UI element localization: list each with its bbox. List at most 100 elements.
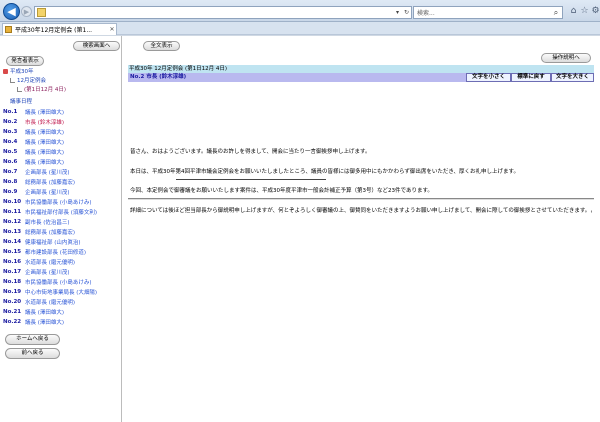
speaker-name-link[interactable]: 議長 (澤田雄大) (25, 308, 64, 316)
speaker-number: No.22 (3, 319, 22, 325)
font-smaller-button[interactable]: 文字を小さく (466, 73, 511, 82)
left-pane: 検索画面へ 発言者表示 平成30年 12月定例会 (第1日12月 4日) 議事日… (0, 36, 122, 422)
speaker-bar: No.2 市長 (鈴木淳雄) 文字を小さく 標準に戻す 文字を大きく (128, 73, 594, 82)
home-icon[interactable]: ⌂ (568, 6, 579, 17)
search-dropdown-icon[interactable]: ▾ (393, 9, 402, 16)
speaker-number: No.16 (3, 259, 22, 265)
speaker-list: No.1 議長 (澤田雄大) No.2 市長 (鈴木淳雄) No.3 議長 (澤田雄大) N… (3, 107, 120, 327)
speaker-list-item[interactable]: No.22 議長 (澤田雄大) (3, 317, 120, 327)
speaker-name-link[interactable]: 企画部長 (星川茂) (25, 188, 70, 196)
speech-line: 詳細については後ほど担当部長から御説明申し上げますが、何とぞよろしく御審議の上、… (130, 207, 592, 214)
speaker-list-item[interactable]: No.16 水道部長 (磨元優明) (3, 257, 120, 267)
search-box[interactable]: 検索... ⌕ (413, 6, 563, 19)
speaker-list-item[interactable]: No.13 総務部長 (加藤嘉宏) (3, 227, 120, 237)
tree-day[interactable]: (第1日12月 4日) (17, 87, 66, 94)
speaker-name-link[interactable]: 市長 (鈴木淳雄) (25, 118, 64, 126)
speaker-number: No.17 (3, 269, 22, 275)
speaker-name-link[interactable]: 企画部長 (星川茂) (25, 168, 70, 176)
speaker-list-item[interactable]: No.19 中心市街地事業局長 (大畑陽) (3, 287, 120, 297)
speaker-display-button[interactable]: 発言者表示 (6, 56, 44, 66)
forward-button[interactable]: ▶ (21, 6, 32, 17)
back-button[interactable]: ◀ (3, 3, 20, 20)
speaker-number: No.20 (3, 299, 22, 305)
speaker-list-item[interactable]: No.5 議長 (澤田雄大) (3, 147, 120, 157)
close-icon[interactable]: ✕ (108, 26, 116, 33)
speaker-list-item[interactable]: No.21 議長 (澤田雄大) (3, 307, 120, 317)
speaker-list-item[interactable]: No.10 市民協働部長 (小島あけみ) (3, 197, 120, 207)
speaker-list-item[interactable]: No.6 議長 (澤田雄大) (3, 157, 120, 167)
speaker-list-item[interactable]: No.7 企画部長 (星川茂) (3, 167, 120, 177)
speaker-name-link[interactable]: 議長 (澤田雄大) (25, 138, 64, 146)
tab-title: 平成30年12月定例会 (第1... (15, 27, 93, 34)
font-larger-button[interactable]: 文字を大きく (551, 73, 594, 82)
tab-favicon (5, 26, 12, 33)
favorites-star-icon[interactable]: ☆ (579, 6, 590, 17)
browser-tab[interactable]: 平成30年12月定例会 (第1... ✕ (2, 23, 117, 35)
schedule-link[interactable]: 議事日程 (10, 97, 32, 105)
speaker-list-item[interactable]: No.1 議長 (澤田雄大) (3, 107, 120, 117)
speaker-name-link[interactable]: 水道部長 (磨元優明) (25, 258, 75, 266)
speaker-name-link[interactable]: 総務部長 (加藤嘉宏) (25, 228, 75, 236)
speaker-name-link[interactable]: 企画部長 (星川茂) (25, 268, 70, 276)
speaker-name-link[interactable]: 中心市街地事業局長 (大畑陽) (25, 288, 97, 296)
gear-icon[interactable]: ⚙ (590, 6, 600, 17)
previous-button[interactable]: 前へ戻る (5, 348, 60, 359)
folder-icon (3, 69, 8, 74)
speech-text: 皆さん、おはようございます。議長のお許しを得まして、開会に当たり一言御挨拶申し上… (130, 136, 592, 227)
speaker-name-link[interactable]: 市民協働部長 (小島あけみ) (25, 198, 92, 206)
speaker-name-link[interactable]: 議長 (澤田雄大) (25, 108, 64, 116)
speaker-list-item[interactable]: No.14 健康福祉部 (山内眞治) (3, 237, 120, 247)
speaker-name-link[interactable]: 副市長 (佐治昌三) (25, 218, 70, 226)
speaker-number: No.6 (3, 159, 18, 165)
speaker-number: No.3 (3, 129, 18, 135)
speaker-name-link[interactable]: 総務部長 (加藤嘉宏) (25, 178, 75, 186)
speaker-name-link[interactable]: 市民協働部長 (小島あけみ) (25, 278, 92, 286)
speaker-list-item[interactable]: No.12 副市長 (佐治昌三) (3, 217, 120, 227)
speaker-number: No.7 (3, 169, 18, 175)
speaker-list-item[interactable]: No.4 議長 (澤田雄大) (3, 137, 120, 147)
speech-line: 本日は、平成30年第4回平津市議会定例会をお願いいたしましたところ、議員の皆様に… (130, 168, 519, 175)
speaker-list-item[interactable]: No.2 市長 (鈴木淳雄) (3, 117, 120, 127)
meeting-title: 平成30年 12月定例会 (第1日12月 4日) (128, 65, 594, 73)
font-reset-button[interactable]: 標準に戻す (511, 73, 551, 82)
speaker-list-item[interactable]: No.15 都市建設部長 (花田修道) (3, 247, 120, 257)
speaker-list-item[interactable]: No.3 議長 (澤田雄大) (3, 127, 120, 137)
speaker-name-link[interactable]: 議長 (澤田雄大) (25, 148, 64, 156)
speaker-name-link[interactable]: 市民福祉部付部長 (須藤文利) (25, 208, 97, 216)
speaker-name-link[interactable]: 都市建設部長 (花田修道) (25, 248, 86, 256)
tree-meeting[interactable]: 12月定例会 (10, 78, 46, 85)
search-screen-button[interactable]: 検索画面へ (73, 41, 120, 51)
current-speaker: No.2 市長 (鈴木淳雄) (130, 74, 187, 80)
speaker-number: No.18 (3, 279, 22, 285)
speaker-list-item[interactable]: No.11 市民福祉部付部長 (須藤文利) (3, 207, 120, 217)
tree-year[interactable]: 平成30年 (3, 69, 34, 76)
home-return-button[interactable]: ホームへ戻る (5, 334, 60, 345)
page-frame: 検索画面へ 発言者表示 平成30年 12月定例会 (第1日12月 4日) 議事日… (0, 36, 600, 422)
speaker-number: No.13 (3, 229, 22, 235)
speech-line: 今回、本定例会で御審議をお願いいたします案件は、平成30年度平津市一般会計補正予… (130, 188, 433, 194)
speaker-name-link[interactable]: 水道部長 (磨元優明) (25, 298, 75, 306)
speaker-number: No.8 (3, 179, 18, 185)
speaker-number: No.10 (3, 199, 22, 205)
speaker-name-link[interactable]: 健康福祉部 (山内眞治) (25, 238, 81, 246)
address-bar[interactable]: ▾ ↻ (34, 6, 412, 19)
refresh-icon[interactable]: ↻ (402, 9, 411, 16)
search-icon[interactable]: ⌕ (550, 8, 562, 17)
tab-strip: 平成30年12月定例会 (第1... ✕ (0, 22, 600, 35)
speaker-number: No.9 (3, 189, 18, 195)
speaker-name-link[interactable]: 議長 (澤田雄大) (25, 318, 64, 326)
speaker-list-item[interactable]: No.20 水道部長 (磨元優明) (3, 297, 120, 307)
full-text-button[interactable]: 全文表示 (143, 41, 180, 51)
speaker-list-item[interactable]: No.9 企画部長 (星川茂) (3, 187, 120, 197)
speaker-name-link[interactable]: 議長 (澤田雄大) (25, 158, 64, 166)
speaker-number: No.4 (3, 139, 18, 145)
speaker-list-item[interactable]: No.17 企画部長 (星川茂) (3, 267, 120, 277)
speaker-list-item[interactable]: No.8 総務部長 (加藤嘉宏) (3, 177, 120, 187)
tree-branch-icon (10, 78, 15, 83)
tree-year-label: 平成30年 (10, 69, 34, 75)
speaker-list-item[interactable]: No.18 市民協働部長 (小島あけみ) (3, 277, 120, 287)
help-button[interactable]: 操作説明へ (541, 53, 591, 63)
speaker-name-link[interactable]: 議長 (澤田雄大) (25, 128, 64, 136)
divider (176, 179, 326, 180)
speaker-number: No.5 (3, 149, 18, 155)
